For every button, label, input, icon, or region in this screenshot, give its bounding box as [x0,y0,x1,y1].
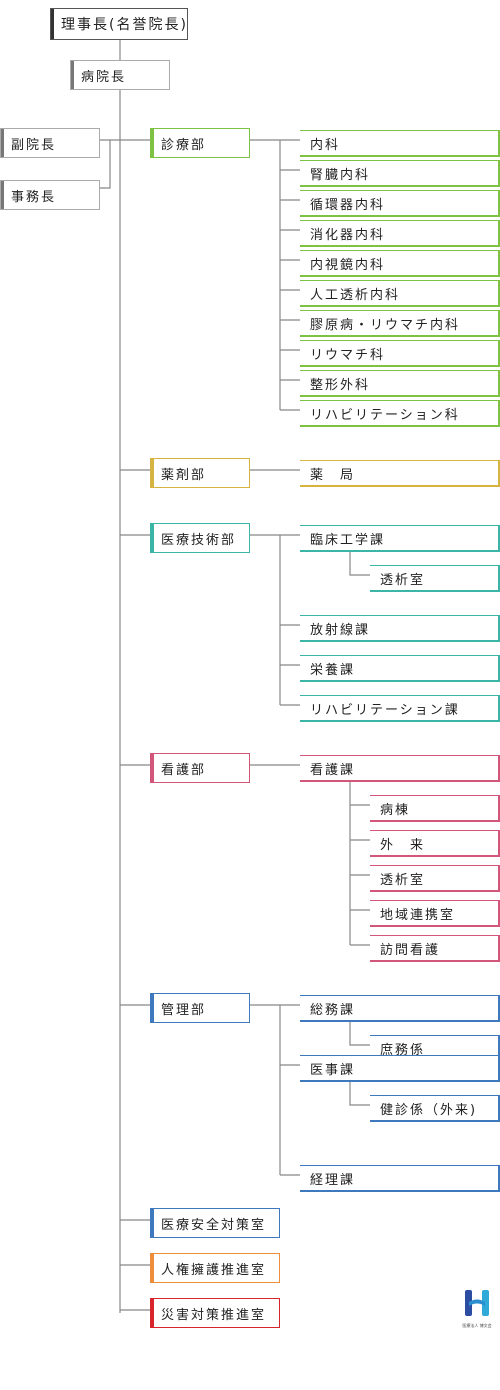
admin-item-label: 医事課 [310,1062,356,1078]
clinical-item-label: リハビリテーション科 [310,407,460,423]
secretary-label: 事務長 [11,189,57,205]
nursing-subitem-label: 透析室 [380,872,426,888]
office-human-rights-label: 人権擁護推進室 [161,1262,267,1278]
nursing-subitem-label: 地域連携室 [380,907,456,923]
office-human-rights: 人権擁護推進室 [150,1253,280,1283]
technical-item: 放射線課 [300,615,500,642]
chairman-label: 理事長(名誉院長) [61,17,188,33]
admin-item: 総務課 [300,995,500,1022]
clinical-item-label: 消化器内科 [310,227,386,243]
clinical-item: 整形外科 [300,370,500,397]
admin-subitem-label: 健診係（外来) [380,1102,478,1118]
dept-admin: 管理部 [150,993,250,1023]
clinical-item-label: 膠原病・リウマチ内科 [310,317,461,333]
dept-nursing-label: 看護部 [161,762,207,778]
dept-pharmacy-label: 薬剤部 [161,467,207,483]
clinical-item: 腎臓内科 [300,160,500,187]
secretary-box: 事務長 [0,180,100,210]
dept-pharmacy: 薬剤部 [150,458,250,488]
director-label: 病院長 [81,69,127,85]
technical-item: 臨床工学課 [300,525,500,552]
technical-item-label: リハビリテーション課 [310,702,460,718]
dept-clinical-label: 診療部 [161,137,207,153]
clinical-item: 消化器内科 [300,220,500,247]
clinical-item: 内科 [300,130,500,157]
clinical-item: 循環器内科 [300,190,500,217]
vice-director-label: 副院長 [11,137,57,153]
office-safety: 医療安全対策室 [150,1208,280,1238]
nursing-subitem-label: 外 来 [380,837,426,853]
dept-technical-label: 医療技術部 [161,532,237,548]
technical-subitem-label: 透析室 [380,572,426,588]
dept-technical: 医療技術部 [150,523,250,553]
technical-item-label: 栄養課 [310,662,356,678]
nursing-subitem: 地域連携室 [370,900,500,927]
nursing-subitem-label: 病棟 [380,802,411,818]
clinical-item-label: 内科 [310,137,341,153]
pharmacy-item-label: 薬 局 [310,467,356,483]
admin-item-label: 経理課 [310,1172,356,1188]
nursing-subitem: 病棟 [370,795,500,822]
h-logo-icon [465,1290,489,1316]
clinical-item-label: リウマチ科 [310,347,386,363]
dept-admin-label: 管理部 [161,1002,207,1018]
admin-item: 経理課 [300,1165,500,1192]
office-disaster-label: 災害対策推進室 [161,1307,267,1323]
vice-director-box: 副院長 [0,128,100,158]
office-disaster: 災害対策推進室 [150,1298,280,1328]
clinical-item: 内視鏡内科 [300,250,500,277]
dept-clinical: 診療部 [150,128,250,158]
pharmacy-item: 薬 局 [300,460,500,487]
clinical-item-label: 内視鏡内科 [310,257,386,273]
admin-item-label: 総務課 [310,1002,356,1018]
hospital-logo: 医療法人 博文会 [459,1288,495,1328]
clinical-item: 人工透析内科 [300,280,500,307]
nursing-item: 看護課 [300,755,500,782]
nursing-subitem: 外 来 [370,830,500,857]
nursing-subitem-label: 訪問看護 [380,942,441,958]
clinical-item: 膠原病・リウマチ内科 [300,310,500,337]
clinical-item: リウマチ科 [300,340,500,367]
nursing-subitem: 透析室 [370,865,500,892]
admin-subitem: 健診係（外来) [370,1095,500,1122]
nursing-subitem: 訪問看護 [370,935,500,962]
technical-item-label: 放射線課 [310,622,371,638]
clinical-item: リハビリテーション科 [300,400,500,427]
logo-caption: 医療法人 博文会 [462,1323,492,1328]
technical-item: 栄養課 [300,655,500,682]
clinical-item-label: 循環器内科 [310,197,386,213]
technical-subitem: 透析室 [370,565,500,592]
chairman-box: 理事長(名誉院長) [50,8,188,40]
dept-nursing: 看護部 [150,753,250,783]
clinical-item-label: 整形外科 [310,377,371,393]
technical-item-label: 臨床工学課 [310,532,386,548]
office-safety-label: 医療安全対策室 [161,1217,267,1233]
clinical-item-label: 腎臓内科 [310,167,371,183]
technical-item: リハビリテーション課 [300,695,500,722]
clinical-item-label: 人工透析内科 [310,287,401,303]
director-box: 病院長 [70,60,170,90]
admin-item: 医事課 [300,1055,500,1082]
nursing-item-label: 看護課 [310,762,356,778]
